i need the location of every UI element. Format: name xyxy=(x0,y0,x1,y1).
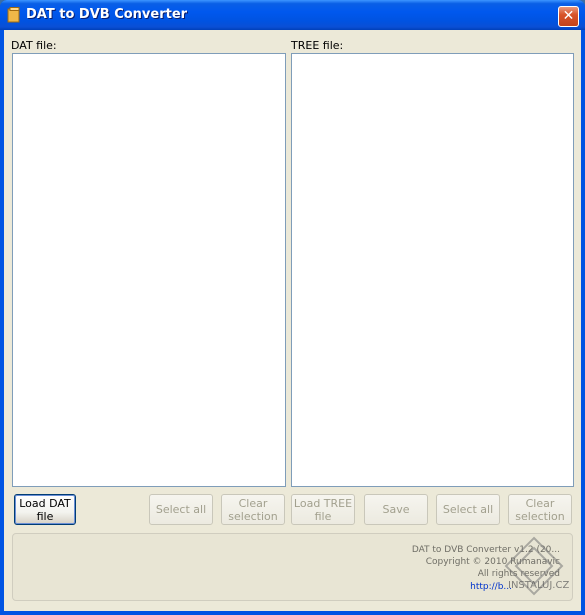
watermark-text: INSTALUJ.CZ xyxy=(508,580,570,591)
close-icon: ✕ xyxy=(562,8,575,24)
tree-file-label: TREE file: xyxy=(291,39,344,52)
clear-selection-dat-label: Clear selection xyxy=(228,496,278,523)
dat-file-list[interactable] xyxy=(12,53,286,487)
title-bar[interactable]: DAT to DVB Converter ✕ xyxy=(0,0,585,30)
app-window: DAT to DVB Converter ✕ DAT file: TREE fi… xyxy=(0,0,585,615)
select-all-tree-label: Select all xyxy=(442,503,494,516)
client-area: DAT file: TREE file: Load DAT file Selec… xyxy=(4,30,581,611)
select-all-dat-button[interactable]: Select all xyxy=(149,494,213,525)
close-button[interactable]: ✕ xyxy=(558,6,579,27)
window-title: DAT to DVB Converter xyxy=(26,7,188,22)
clear-selection-tree-label: Clear selection xyxy=(515,496,565,523)
app-icon xyxy=(7,7,20,23)
load-dat-button[interactable]: Load DAT file xyxy=(14,494,76,525)
load-tree-button[interactable]: Load TREE file xyxy=(291,494,355,525)
load-tree-label: Load TREE file xyxy=(293,496,353,523)
tree-file-list[interactable] xyxy=(291,53,574,487)
info-panel: DAT to DVB Converter v1.2 (20... Copyrig… xyxy=(12,533,573,601)
dat-file-label: DAT file: xyxy=(11,39,57,52)
watermark-logo xyxy=(504,536,564,596)
load-dat-label: Load DAT file xyxy=(19,496,71,523)
select-all-tree-button[interactable]: Select all xyxy=(436,494,500,525)
save-label: Save xyxy=(382,503,410,516)
save-button[interactable]: Save xyxy=(364,494,428,525)
clear-selection-tree-button[interactable]: Clear selection xyxy=(508,494,572,525)
clear-selection-dat-button[interactable]: Clear selection xyxy=(221,494,285,525)
select-all-dat-label: Select all xyxy=(155,503,207,516)
